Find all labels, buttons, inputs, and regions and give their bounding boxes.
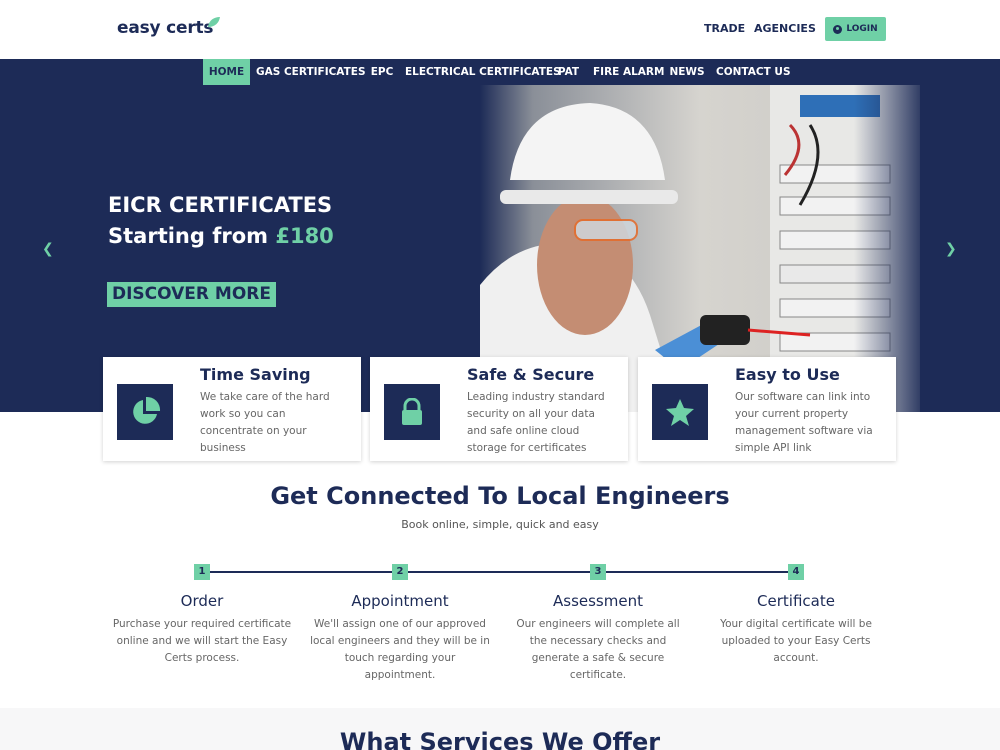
logo[interactable]: easy certs (117, 17, 220, 44)
pie-chart-icon (117, 384, 173, 440)
step-text: Your digital certificate will be uploade… (720, 618, 872, 664)
step-text: We'll assign one of our approved local e… (310, 618, 490, 681)
feature-card-safe-secure: Safe & Secure Leading industry standard … (370, 357, 628, 461)
site-header: easy certs TRADE AGENCIES LOGIN (0, 0, 1000, 59)
hero-title-line2: Starting from £180 (108, 221, 334, 252)
step-number: 3 (590, 564, 606, 580)
hero-title-prefix: Starting from (108, 224, 276, 248)
login-button[interactable]: LOGIN (825, 17, 886, 41)
nav-pat[interactable]: PAT (556, 59, 581, 85)
step-text: Our engineers will complete all the nece… (516, 618, 680, 681)
feature-card-time-saving: Time Saving We take care of the hard wor… (103, 357, 361, 461)
nav-epc[interactable]: EPC (368, 59, 396, 85)
step-title-order: Order (180, 592, 224, 610)
hero-heading: EICR CERTIFICATES Starting from £180 (108, 190, 334, 252)
step-title-appointment: Appointment (351, 592, 449, 610)
star-icon (652, 384, 708, 440)
nav-news[interactable]: NEWS (669, 59, 705, 85)
step-number: 2 (392, 564, 408, 580)
login-label: LOGIN (846, 24, 878, 34)
chevron-left-icon[interactable]: ❮ (42, 241, 54, 257)
leaf-icon (208, 17, 220, 27)
hero-title-line1: EICR CERTIFICATES (108, 193, 333, 217)
nav-gas-certificates[interactable]: GAS CERTIFICATES (256, 59, 366, 85)
hero-price: £180 (275, 224, 334, 248)
step-title-certificate: Certificate (757, 592, 835, 610)
nav-electrical-certificates[interactable]: ELECTRICAL CERTIFICATES (405, 59, 561, 85)
feature-title: Easy to Use (735, 365, 840, 384)
section-subtitle-connect: Book online, simple, quick and easy (401, 518, 599, 531)
feature-text: Leading industry standard security on al… (467, 391, 605, 454)
trade-link[interactable]: TRADE (704, 22, 745, 35)
section-title-connect: Get Connected To Local Engineers (270, 482, 730, 510)
feature-card-easy-to-use: Easy to Use Our software can link into y… (638, 357, 896, 461)
logo-text: easy certs (117, 18, 214, 38)
nav-contact-us[interactable]: CONTACT US (716, 59, 791, 85)
feature-text: We take care of the hard work so you can… (200, 391, 330, 454)
lock-icon (384, 384, 440, 440)
discover-more-button[interactable]: DISCOVER MORE (107, 282, 276, 307)
nav-home[interactable]: HOME (203, 59, 250, 85)
chevron-right-icon[interactable]: ❯ (945, 241, 957, 257)
feature-title: Safe & Secure (467, 365, 595, 384)
step-number: 4 (788, 564, 804, 580)
step-title-assessment: Assessment (553, 592, 643, 610)
step-text: Purchase your required certificate onlin… (112, 618, 292, 664)
nav-fire-alarm[interactable]: FIRE ALARM (593, 59, 664, 85)
user-icon (833, 24, 843, 34)
steps-connector-line (202, 571, 796, 573)
main-nav: HOME GAS CERTIFICATES EPC ELECTRICAL CER… (0, 59, 1000, 85)
feature-text: Our software can link into your current … (735, 391, 873, 454)
feature-title: Time Saving (200, 365, 311, 384)
agencies-link[interactable]: AGENCIES (754, 22, 816, 35)
section-title-services: What Services We Offer (339, 728, 661, 750)
step-number: 1 (194, 564, 210, 580)
